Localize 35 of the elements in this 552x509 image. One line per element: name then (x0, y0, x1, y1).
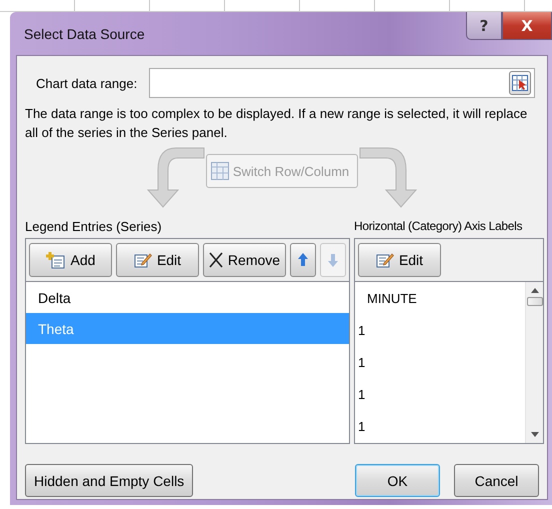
scroll-down-icon (530, 432, 538, 437)
edit-icon (134, 252, 152, 268)
table-icon (210, 162, 229, 180)
chart-data-range-label: Chart data range: (36, 76, 138, 90)
chart-data-range-field[interactable] (149, 68, 535, 98)
scroll-up-icon (530, 288, 538, 293)
help-button[interactable]: ? (466, 12, 502, 40)
legend-entries-heading: Legend Entries (Series) (25, 218, 162, 234)
add-icon (46, 251, 66, 269)
axis-label-item: 1 (357, 418, 366, 436)
edit-button[interactable]: Edit (358, 243, 441, 277)
axis-label-item: 1 (357, 322, 366, 340)
move-up-button[interactable] (290, 243, 316, 277)
axis-label-item: 1 (357, 386, 366, 404)
remove-button[interactable]: Remove (203, 243, 286, 277)
range-picker-icon (512, 75, 528, 91)
scroll-thumb[interactable] (526, 297, 542, 306)
x-icon (208, 252, 223, 268)
down-arrow-icon (327, 252, 339, 268)
ok-button[interactable]: OK (355, 464, 440, 497)
axis-labels-heading: Horizontal (Category) Axis Labels (354, 219, 522, 233)
up-arrow-icon (297, 252, 309, 268)
close-button[interactable]: X (502, 12, 552, 40)
range-picker-button[interactable] (509, 71, 531, 95)
scrollbar[interactable] (525, 282, 543, 443)
warning-message: The data range is too complex to be displayed. If a new range is selected, it will replace all of the series in the Series panel. (25, 105, 528, 142)
series-item[interactable]: Delta (26, 282, 349, 313)
axis-label-item: MINUTE (366, 290, 418, 308)
edit-button[interactable]: Edit (116, 243, 199, 277)
cancel-button[interactable]: Cancel (454, 464, 539, 497)
edit-icon (376, 252, 394, 268)
add-button[interactable]: Add (29, 243, 112, 277)
axis-label-item: 1 (357, 354, 366, 372)
window-title: Select Data Source (24, 26, 145, 42)
hidden-empty-cells-button[interactable]: Hidden and Empty Cells (25, 464, 194, 497)
